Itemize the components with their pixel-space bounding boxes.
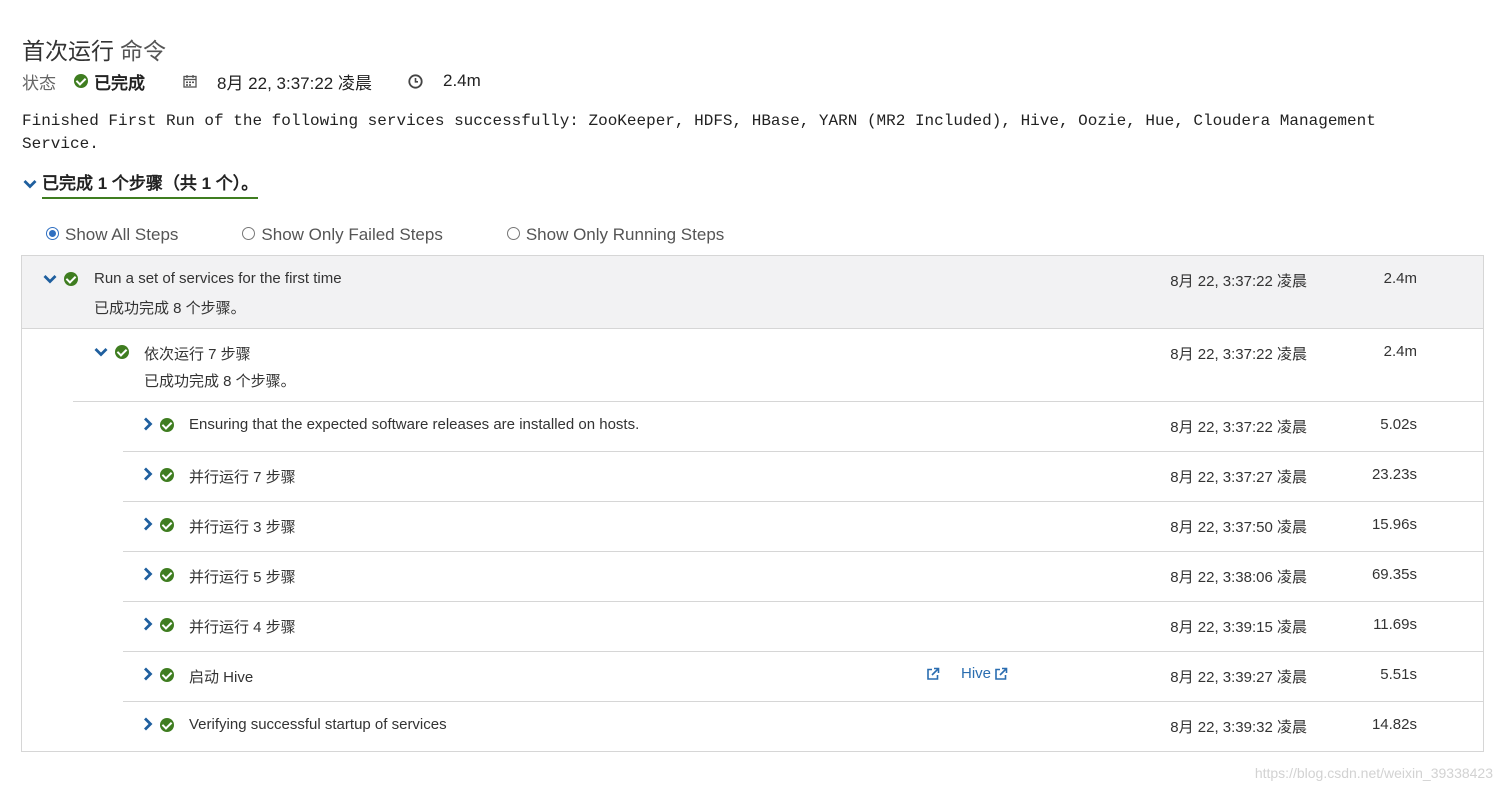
filter-label: Show Only Running Steps xyxy=(525,225,725,244)
filter-all-steps[interactable]: Show All Steps xyxy=(46,225,178,245)
radio-button[interactable] xyxy=(506,226,520,240)
steps-panel: Run a set of services for the first time… xyxy=(21,255,1484,752)
step-name: Ensuring that the expected software rele… xyxy=(189,416,640,433)
watermark: https://blog.csdn.net/weixin_39338423 xyxy=(1254,765,1493,781)
hive-link-label: Hive xyxy=(961,665,992,682)
check-circle-icon xyxy=(160,668,174,682)
status-duration: 2.4m xyxy=(442,71,481,90)
step-time: 8月 22, 3:37:27 凌晨 xyxy=(1170,469,1307,486)
radio-button[interactable] xyxy=(46,226,59,240)
step-duration: 11.69s xyxy=(1373,616,1417,633)
step-duration: 5.51s xyxy=(1380,666,1417,683)
step-time: 8月 22, 3:39:27 凌晨 xyxy=(1170,669,1307,686)
check-circle-icon xyxy=(160,518,174,532)
step-name: 并行运行 4 步骤 xyxy=(189,619,296,636)
step-time: 8月 22, 3:39:15 凌晨 xyxy=(1170,619,1307,636)
status-row: 状态 已完成 8月 22, 3:37:22 凌晨 2.4m xyxy=(22,69,481,93)
check-circle-icon xyxy=(64,272,78,286)
filter-running-steps[interactable]: Show Only Running Steps xyxy=(506,225,725,245)
step-time: 8月 22, 3:39:32 凌晨 xyxy=(1170,719,1307,736)
check-circle-icon xyxy=(160,618,174,632)
check-circle-icon xyxy=(115,345,129,359)
step-duration: 15.96s xyxy=(1371,516,1417,533)
check-circle-icon xyxy=(160,418,174,432)
status-label: 状态 xyxy=(22,73,56,93)
chevron-down-icon[interactable] xyxy=(94,345,108,359)
calendar-icon xyxy=(183,75,197,88)
step-row: 启动 Hive Hive 8月 22, 3:39:27 凌晨 5.51s xyxy=(123,652,1483,702)
step-name: 依次运行 7 步骤 xyxy=(144,346,251,363)
step-time: 8月 22, 3:37:22 凌晨 xyxy=(1170,346,1307,363)
step-time: 8月 22, 3:37:22 凌晨 xyxy=(1170,419,1307,436)
steps-summary-toggle[interactable]: 已完成 1 个步骤（共 1 个）。 xyxy=(22,169,259,199)
external-link-icon xyxy=(995,667,1008,680)
check-circle-icon xyxy=(160,568,174,582)
chevron-right-icon[interactable] xyxy=(141,467,155,481)
step-detail: 已成功完成 8 个步骤。 xyxy=(94,300,246,317)
page-title-main: 首次运行 xyxy=(22,38,114,65)
chevron-right-icon[interactable] xyxy=(141,617,155,631)
chevron-right-icon[interactable] xyxy=(141,717,155,731)
filter-failed-steps[interactable]: Show Only Failed Steps xyxy=(242,225,443,245)
filter-label: Show Only Failed Steps xyxy=(261,225,443,244)
step-name: Run a set of services for the first time xyxy=(94,270,342,287)
step-row: Ensuring that the expected software rele… xyxy=(123,402,1483,452)
filter-label: Show All Steps xyxy=(65,225,179,244)
step-row: Verifying successful startup of services… xyxy=(123,702,1483,751)
step-filter-group: Show All Steps Show Only Failed Steps Sh… xyxy=(46,223,724,247)
clock-icon xyxy=(408,73,423,89)
chevron-down-icon xyxy=(23,180,37,189)
step-row: 并行运行 4 步骤 8月 22, 3:39:15 凌晨 11.69s xyxy=(123,602,1483,652)
chevron-down-icon[interactable] xyxy=(43,272,57,286)
status-date: 8月 22, 3:37:22 凌晨 xyxy=(217,73,372,93)
step-time: 8月 22, 3:38:06 凌晨 xyxy=(1170,569,1307,586)
step-duration: 69.35s xyxy=(1371,566,1417,583)
step-links: Hive xyxy=(926,665,1008,682)
page-title: 首次运行 命令 xyxy=(22,32,166,66)
step-name: 并行运行 7 步骤 xyxy=(189,469,296,486)
step-duration: 23.23s xyxy=(1371,466,1417,483)
step-time: 8月 22, 3:37:50 凌晨 xyxy=(1170,519,1307,536)
page-title-sub: 命令 xyxy=(120,38,166,65)
step-name: Verifying successful startup of services xyxy=(189,716,447,733)
hive-link[interactable]: Hive xyxy=(961,665,1008,682)
step-row: 并行运行 7 步骤 8月 22, 3:37:27 凌晨 23.23s xyxy=(123,452,1483,502)
status-value: 已完成 xyxy=(94,73,145,93)
check-circle-icon xyxy=(74,74,88,88)
step-duration: 14.82s xyxy=(1371,716,1417,733)
step-row: 并行运行 5 步骤 8月 22, 3:38:06 凌晨 69.35s xyxy=(123,552,1483,602)
step-row: 并行运行 3 步骤 8月 22, 3:37:50 凌晨 15.96s xyxy=(123,502,1483,552)
chevron-right-icon[interactable] xyxy=(141,667,155,681)
steps-summary: 已完成 1 个步骤（共 1 个）。 xyxy=(42,169,259,199)
check-circle-icon xyxy=(160,718,174,732)
step-name: 并行运行 3 步骤 xyxy=(189,519,296,536)
step-time: 8月 22, 3:37:22 凌晨 xyxy=(1170,273,1307,290)
chevron-right-icon[interactable] xyxy=(141,567,155,581)
step-duration: 5.02s xyxy=(1380,416,1417,433)
step-duration: 2.4m xyxy=(1383,343,1417,360)
chevron-right-icon[interactable] xyxy=(141,417,155,431)
step-duration: 2.4m xyxy=(1383,270,1417,287)
step-row-group: 依次运行 7 步骤 已成功完成 8 个步骤。 8月 22, 3:37:22 凌晨… xyxy=(73,329,1483,402)
chevron-right-icon[interactable] xyxy=(141,517,155,531)
step-row-root: Run a set of services for the first time… xyxy=(22,256,1483,329)
step-name: 并行运行 5 步骤 xyxy=(189,569,296,586)
check-circle-icon xyxy=(160,468,174,482)
external-link-icon[interactable] xyxy=(926,667,940,681)
radio-button[interactable] xyxy=(242,226,256,240)
result-message: Finished First Run of the following serv… xyxy=(22,112,1376,153)
step-name: 启动 Hive xyxy=(189,669,254,686)
step-detail: 已成功完成 8 个步骤。 xyxy=(144,373,296,390)
